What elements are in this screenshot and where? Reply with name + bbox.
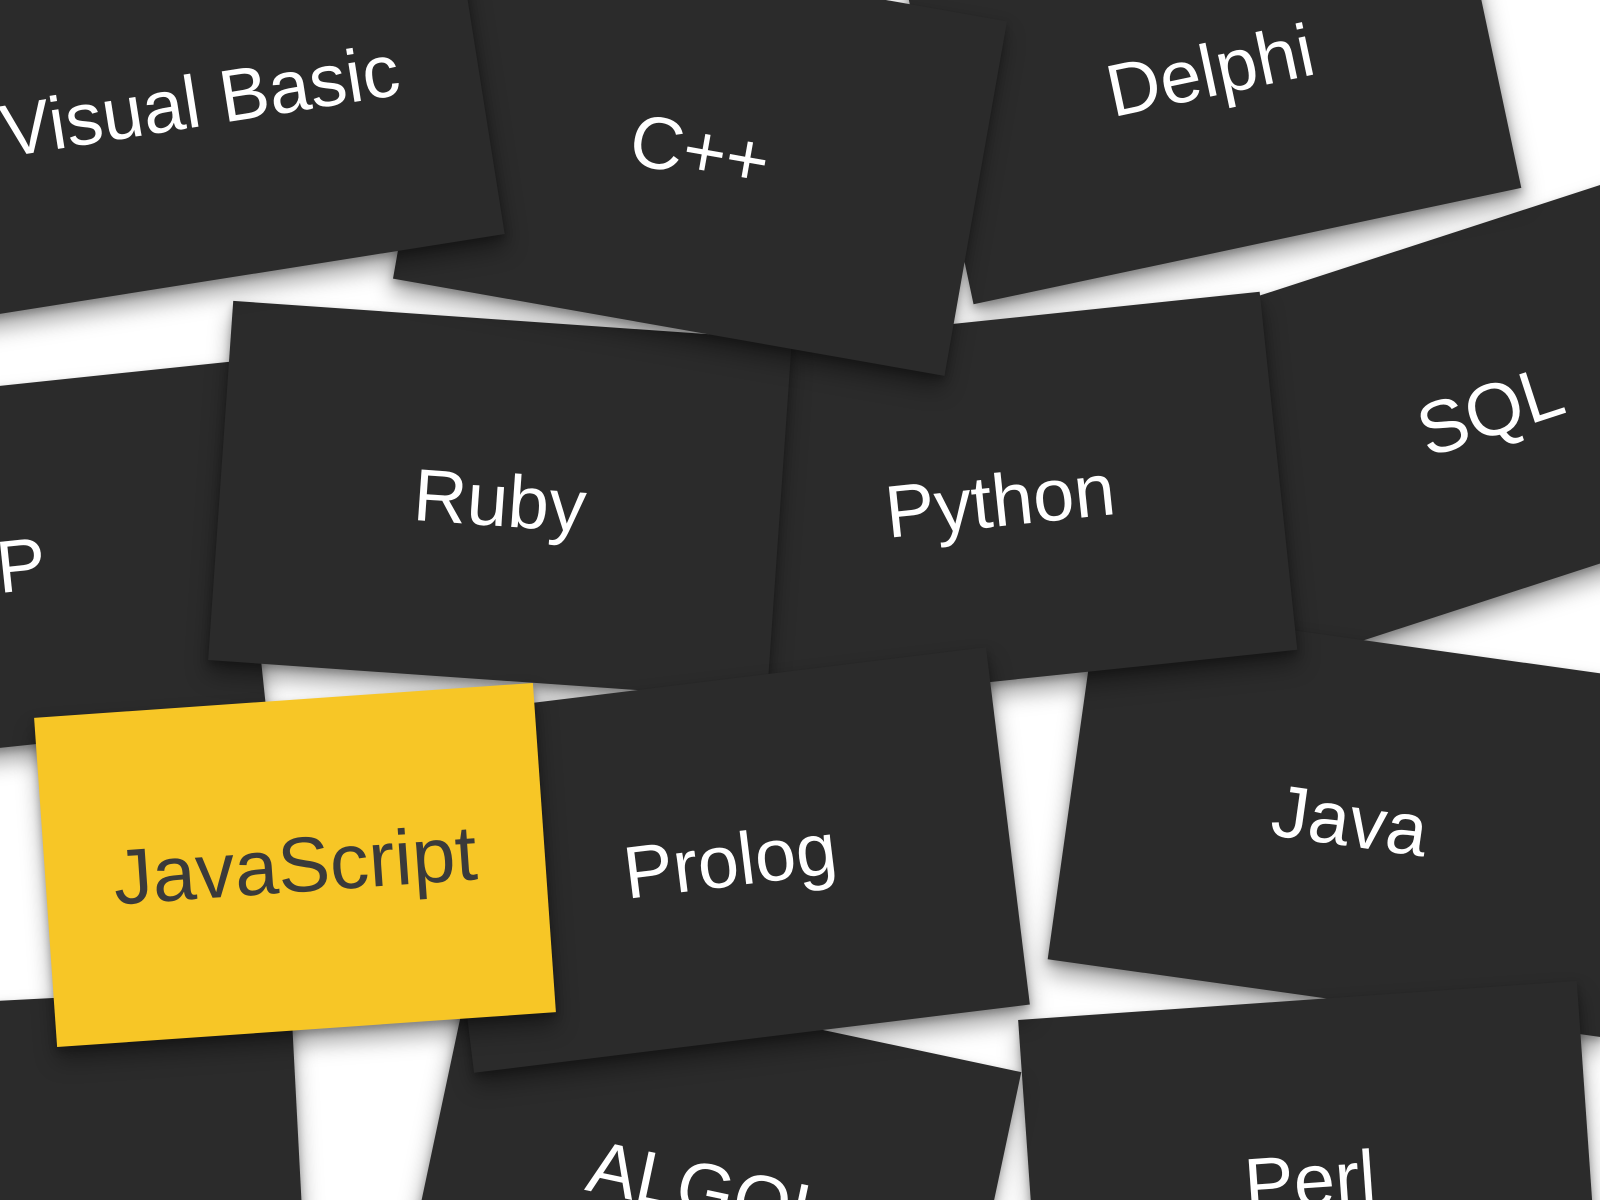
card-label: Java xyxy=(1267,767,1434,873)
card-label: Perl xyxy=(1241,1133,1378,1200)
card-python: Python xyxy=(703,292,1298,709)
card-label: SQL xyxy=(1406,347,1573,474)
card-label: C++ xyxy=(624,96,777,204)
card-ruby: Ruby xyxy=(208,301,792,699)
card-javascript: JavaScript xyxy=(34,683,556,1047)
card-pile: SQL PHP Java Perl ALGOL Delphi Python Ru… xyxy=(0,0,1600,1200)
card-label: Delphi xyxy=(1099,7,1322,134)
card-label: Ruby xyxy=(411,452,589,549)
card-label: Python xyxy=(881,446,1119,555)
card-label: ALGOL xyxy=(580,1123,839,1200)
card-perl: Perl xyxy=(1018,981,1600,1200)
card-label: JavaScript xyxy=(110,807,480,923)
card-java: Java xyxy=(1048,603,1600,1037)
card-label: Prolog xyxy=(619,805,842,915)
card-label: Visual Basic xyxy=(0,27,405,174)
card-label: PHP xyxy=(0,520,50,620)
